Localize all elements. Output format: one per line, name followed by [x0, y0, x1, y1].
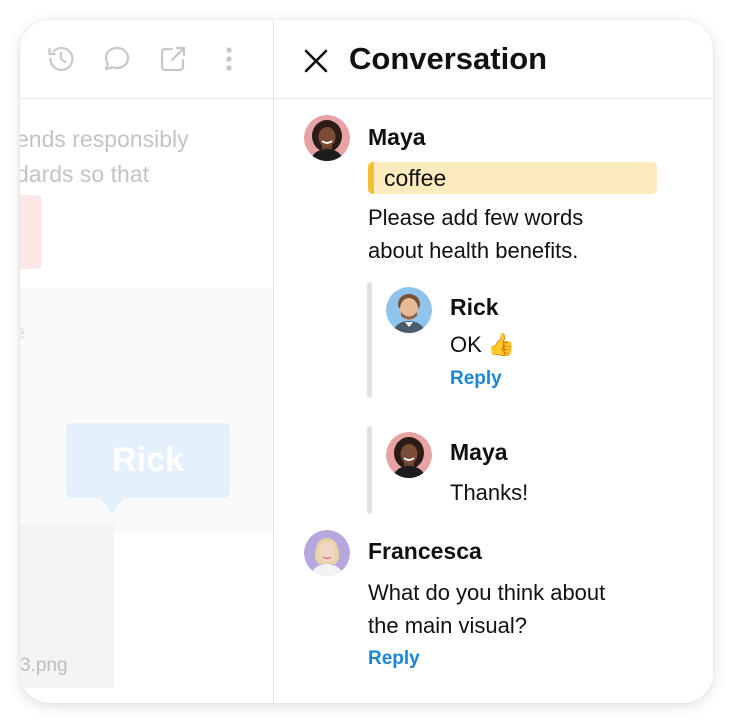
more-vertical-icon[interactable] [214, 44, 244, 74]
comment-text: What do you think about [368, 580, 606, 605]
close-icon[interactable] [301, 46, 331, 76]
external-link-icon[interactable] [158, 44, 188, 74]
avatar[interactable] [386, 287, 432, 333]
history-icon[interactable] [46, 44, 76, 74]
document-pane: ends responsibly dards so that e Rick 3.… [20, 20, 273, 703]
image-filename: 3.png [20, 655, 68, 676]
document-highlight-block [20, 195, 42, 269]
document-text-line: ends responsibly [20, 126, 189, 152]
comment-author: Rick [450, 294, 499, 320]
reply-link[interactable]: Reply [450, 368, 502, 390]
app-window: ends responsibly dards so that e Rick 3.… [20, 20, 713, 703]
comment-author: Maya [450, 439, 508, 465]
user-cursor-tag: Rick [66, 423, 230, 498]
panel-title: Conversation [349, 41, 548, 76]
conversation-header: Conversation [274, 20, 713, 99]
comment-text: OK 👍 [450, 332, 516, 357]
document-text-line: dards so that [20, 161, 149, 187]
avatar[interactable] [386, 432, 432, 478]
comment-icon[interactable] [102, 44, 132, 74]
reply-link[interactable]: Reply [368, 648, 420, 670]
reply-thread-line [367, 426, 372, 514]
comment-text: about health benefits. [368, 238, 579, 263]
document-toolbar [20, 20, 273, 99]
comment-text: the main visual? [368, 613, 527, 638]
avatar[interactable] [304, 115, 350, 161]
quoted-text: coffee [384, 165, 447, 191]
comment-author: Maya [368, 124, 426, 150]
comment-author: Francesca [368, 538, 482, 564]
document-text-fragment: e [20, 322, 25, 345]
comment-text: Please add few words [368, 205, 584, 230]
reply-thread-line [367, 282, 372, 398]
conversation-panel: Conversation Maya coffee Please add few … [274, 20, 713, 703]
quoted-text-highlight[interactable]: coffee [368, 162, 657, 194]
user-cursor-tag-tail [100, 498, 124, 514]
comment-text: Thanks! [450, 480, 529, 505]
avatar[interactable] [304, 530, 350, 576]
